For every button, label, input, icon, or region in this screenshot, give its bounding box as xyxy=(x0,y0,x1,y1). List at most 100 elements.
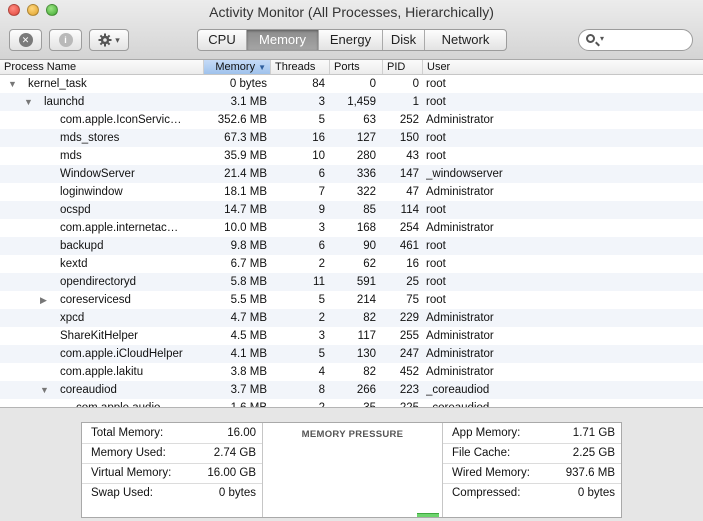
disclosure-closed-icon[interactable]: ▶ xyxy=(40,291,47,309)
chevron-down-icon: ▾ xyxy=(600,34,605,43)
process-pid: 254 xyxy=(399,222,419,234)
stat-memory-used: Memory Used: 2.74 GB xyxy=(91,447,256,459)
column-header-memory[interactable]: Memory ▼ xyxy=(204,60,271,74)
process-ports: 322 xyxy=(356,186,376,198)
process-user: root xyxy=(426,258,446,270)
tab-memory[interactable]: Memory xyxy=(247,30,319,50)
table-row[interactable]: WindowServer 21.4 MB 6 336 147 _windowserver xyxy=(0,165,703,183)
memory-breakdown-column: App Memory: 1.71 GB File Cache: 2.25 GB … xyxy=(443,423,621,517)
table-row[interactable]: ShareKitHelper 4.5 MB 3 117 255 Administrator xyxy=(0,327,703,345)
table-row[interactable]: com.apple.iCloudHelper 4.1 MB 5 130 247 Admin… xyxy=(0,345,703,363)
tab-cpu[interactable]: CPU xyxy=(198,30,247,50)
process-memory: 1.6 MB xyxy=(204,399,267,407)
process-memory: 18.1 MB xyxy=(224,186,267,198)
process-name: com.apple.audio.… xyxy=(76,399,200,407)
column-header-ports[interactable]: Ports xyxy=(330,60,383,74)
info-circle-icon: i xyxy=(58,33,73,47)
process-pid: 461 xyxy=(399,240,419,252)
disclosure-open-icon[interactable]: ▼ xyxy=(24,93,33,111)
table-row[interactable]: mds 35.9 MB 10 280 43 root xyxy=(0,147,703,165)
table-row[interactable]: mds_stores 67.3 MB 16 127 150 root xyxy=(0,129,703,147)
memory-totals-column: Total Memory: 16.00 Memory Used: 2.74 GB… xyxy=(82,423,262,517)
process-user: root xyxy=(426,276,446,288)
process-name: coreservicesd xyxy=(60,294,131,306)
memory-pressure-title: MEMORY PRESSURE xyxy=(301,429,404,440)
table-row[interactable]: ▼ kernel_task 0 bytes 84 0 0 root xyxy=(0,75,703,93)
process-ports: 62 xyxy=(363,258,376,270)
process-ports: 168 xyxy=(356,222,376,234)
process-pid: 452 xyxy=(399,366,419,378)
process-threads: 5 xyxy=(318,114,325,126)
column-header-pid[interactable]: PID xyxy=(383,60,423,74)
process-ports: 63 xyxy=(363,114,376,126)
inspect-process-button[interactable]: i xyxy=(49,29,82,51)
process-user: root xyxy=(426,294,446,306)
process-ports: 127 xyxy=(356,132,376,144)
process-threads: 2 xyxy=(318,312,325,324)
process-threads: 10 xyxy=(312,150,325,162)
process-threads: 7 xyxy=(318,186,325,198)
table-row[interactable]: com.apple.audio.… 1.6 MB 2 35 225 _coreaudiod xyxy=(0,399,703,407)
column-header-process-name[interactable]: Process Name xyxy=(0,60,204,74)
process-ports: 82 xyxy=(363,366,376,378)
quit-process-button[interactable]: ✕ xyxy=(9,29,42,51)
table-row[interactable]: ▼ launchd 3.1 MB 3 1,459 1 root xyxy=(0,93,703,111)
process-name: mds xyxy=(60,150,82,162)
process-user: Administrator xyxy=(426,222,494,234)
table-row[interactable]: opendirectoryd 5.8 MB 11 591 25 root xyxy=(0,273,703,291)
process-threads: 3 xyxy=(318,330,325,342)
table-row[interactable]: com.apple.IconServic… 352.6 MB 5 63 252 Admin… xyxy=(0,111,703,129)
process-threads: 9 xyxy=(318,204,325,216)
process-memory: 6.7 MB xyxy=(230,258,267,270)
process-memory: 352.6 MB xyxy=(217,114,267,126)
process-name: ShareKitHelper xyxy=(60,330,138,342)
column-header-threads[interactable]: Threads xyxy=(271,60,330,74)
x-circle-icon: ✕ xyxy=(18,33,33,47)
process-name: com.apple.lakitu xyxy=(60,366,144,378)
action-menu-button[interactable]: ▾ xyxy=(89,29,129,51)
memory-stats-box: Total Memory: 16.00 Memory Used: 2.74 GB… xyxy=(81,422,622,518)
process-user: Administrator xyxy=(426,312,494,324)
process-ports: 85 xyxy=(363,204,376,216)
table-row[interactable]: com.apple.internetac… 10.0 MB 3 168 254 Admin… xyxy=(0,219,703,237)
process-threads: 6 xyxy=(318,240,325,252)
process-pid: 150 xyxy=(399,132,419,144)
disclosure-open-icon[interactable]: ▼ xyxy=(40,381,49,399)
table-row[interactable]: loginwindow 18.1 MB 7 322 47 Administrator xyxy=(0,183,703,201)
process-threads: 5 xyxy=(318,348,325,360)
disclosure-open-icon[interactable]: ▼ xyxy=(8,75,17,93)
process-user: Administrator xyxy=(426,114,494,126)
table-row[interactable]: ▼ coreaudiod 3.7 MB 8 266 223 _coreaudiod xyxy=(0,381,703,399)
search-field[interactable]: ▾ xyxy=(578,29,693,51)
process-name: kernel_task xyxy=(28,78,87,90)
process-threads: 8 xyxy=(318,384,325,396)
table-row[interactable]: ocspd 14.7 MB 9 85 114 root xyxy=(0,201,703,219)
table-row[interactable]: xpcd 4.7 MB 2 82 229 Administrator xyxy=(0,309,703,327)
window-toolbar: Activity Monitor (All Processes, Hierarc… xyxy=(0,0,703,60)
column-header-user[interactable]: User xyxy=(423,60,703,74)
process-user: Administrator xyxy=(426,348,494,360)
table-row[interactable]: ▶ coreservicesd 5.5 MB 5 214 75 root xyxy=(0,291,703,309)
search-icon xyxy=(586,34,595,43)
process-memory: 35.9 MB xyxy=(224,150,267,162)
tab-disk[interactable]: Disk xyxy=(383,30,425,50)
process-name: opendirectoryd xyxy=(60,276,137,288)
process-memory: 10.0 MB xyxy=(224,222,267,234)
process-threads: 2 xyxy=(271,399,325,407)
gear-icon xyxy=(98,33,112,47)
process-user: Administrator xyxy=(426,366,494,378)
table-row[interactable]: kextd 6.7 MB 2 62 16 root xyxy=(0,255,703,273)
memory-pressure-bar xyxy=(417,513,439,517)
process-pid: 147 xyxy=(399,168,419,180)
process-threads: 16 xyxy=(312,132,325,144)
process-memory: 3.7 MB xyxy=(230,384,267,396)
process-name: kextd xyxy=(60,258,88,270)
process-pid: 247 xyxy=(399,348,419,360)
tab-energy[interactable]: Energy xyxy=(319,30,383,50)
process-user: Administrator xyxy=(426,186,494,198)
process-memory: 5.8 MB xyxy=(230,276,267,288)
tab-network[interactable]: Network xyxy=(425,30,506,50)
process-pid: 252 xyxy=(399,114,419,126)
table-row[interactable]: com.apple.lakitu 3.8 MB 4 82 452 Administrato… xyxy=(0,363,703,381)
table-row[interactable]: backupd 9.8 MB 6 90 461 root xyxy=(0,237,703,255)
